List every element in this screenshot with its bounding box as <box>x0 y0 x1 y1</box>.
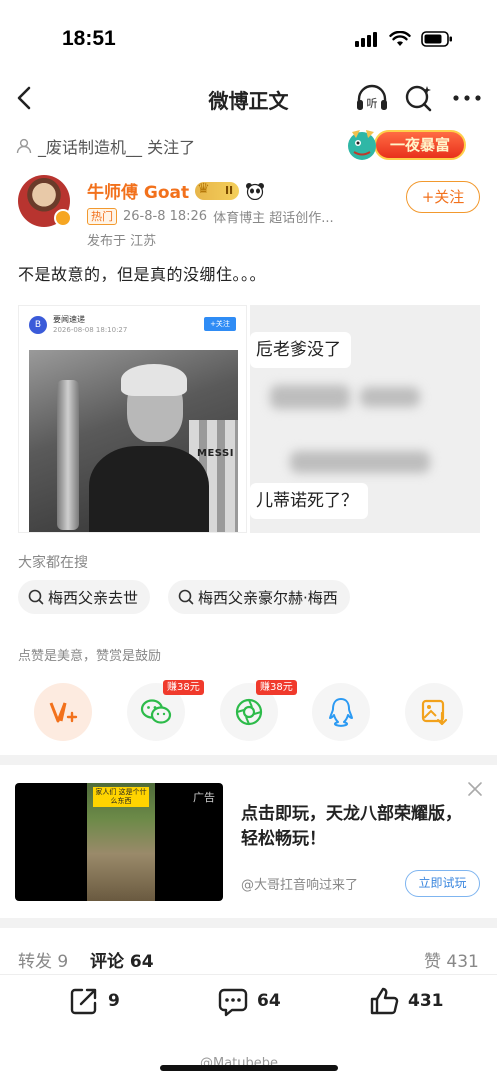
comment-icon <box>218 988 248 1017</box>
search-icon <box>28 589 44 605</box>
verified-badge-icon <box>54 209 72 227</box>
blurred-text <box>270 385 350 409</box>
dragon-mascot-icon <box>348 130 376 160</box>
reward-button[interactable] <box>34 683 92 741</box>
search-chip-label: 梅西父亲豪尔赫·梅西 <box>198 588 338 607</box>
close-icon[interactable] <box>466 780 484 798</box>
more-options-icon[interactable] <box>450 82 484 114</box>
follow-notice: _废话制造机__ 关注了 <box>16 134 195 158</box>
image-news-header: B 要闻速递 2026-08-08 18:10:27 +关注 <box>29 314 236 336</box>
image-source: 要闻速递 <box>53 315 85 324</box>
chat-bubble-2: 儿蒂诺死了？ <box>250 483 368 519</box>
like-count: 431 <box>408 991 444 1011</box>
post-location: 发布于 江苏 <box>87 234 157 249</box>
promo-text: 一夜暴富 <box>374 130 466 160</box>
post-image-1[interactable]: B 要闻速递 2026-08-08 18:10:27 +关注 MESSI <box>18 305 247 533</box>
ad-label: 广告 <box>193 791 215 804</box>
v-plus-icon <box>49 702 78 723</box>
repost-count: 9 <box>108 991 120 1011</box>
cellular-signal-icon <box>355 32 377 47</box>
post-date: 26-8-8 18:26 <box>123 209 208 224</box>
tab-like[interactable]: 赞 431 <box>424 947 479 972</box>
chat-bubble-1: 卮老爹没了 <box>250 332 351 368</box>
status-icons <box>355 31 453 47</box>
section-divider <box>0 755 497 765</box>
level-badge: ♛ II <box>195 180 240 200</box>
follow-button[interactable]: +关注 <box>406 181 480 213</box>
news-photo: MESSI <box>29 350 238 532</box>
save-image-icon <box>421 699 448 726</box>
search-chip-1[interactable]: 梅西父亲去世 <box>18 580 151 614</box>
post-text: 不是故意的，但是真的没绷住。。。 <box>18 265 267 284</box>
svg-text:听: 听 <box>367 97 378 110</box>
search-icon <box>178 589 194 605</box>
level-text: II <box>224 183 234 197</box>
share-qq-button[interactable] <box>312 683 370 741</box>
like-button[interactable]: 431 <box>368 985 444 1017</box>
tab-repost[interactable]: 转发 9 <box>18 947 68 972</box>
reward-section-label: 点赞是美意，赞赏是鼓励 <box>18 649 162 664</box>
bonus-tag-1: 赚38元 <box>163 680 204 695</box>
wifi-icon <box>389 31 411 46</box>
qq-icon <box>329 698 353 727</box>
listen-headphones-icon[interactable]: 听 <box>354 82 390 114</box>
news-logo-icon: B <box>29 316 47 334</box>
home-indicator[interactable] <box>160 1065 338 1071</box>
tab-comment[interactable]: 评论 64 <box>90 947 154 972</box>
status-bar: 18:51 <box>0 0 497 74</box>
man-body <box>89 446 209 532</box>
blurred-text <box>290 451 430 473</box>
moments-icon <box>235 698 263 726</box>
image-follow-label: +关注 <box>204 317 236 331</box>
author-descriptor: 体育博主 超话创作... <box>213 211 334 226</box>
wechat-icon <box>140 699 172 724</box>
trophy-shape <box>57 380 79 530</box>
crown-icon: ♛ <box>197 180 210 197</box>
ad-video[interactable]: 家人们 这是个什么东西 广告 <box>15 783 223 901</box>
promo-banner[interactable]: 一夜暴富 <box>344 124 468 164</box>
user-icon <box>16 138 32 154</box>
search-ai-icon[interactable] <box>403 82 435 114</box>
blurred-text <box>360 387 420 407</box>
status-time: 18:51 <box>62 27 116 50</box>
repost-icon <box>70 988 97 1015</box>
post-meta: 热门 26-8-8 18:26 体育博主 超话创作... <box>87 207 334 226</box>
ad-video-caption: 家人们 这是个什么东西 <box>93 787 149 807</box>
jersey-name: MESSI <box>197 448 234 459</box>
search-chip-2[interactable]: 梅西父亲豪尔赫·梅西 <box>168 580 350 614</box>
interaction-tabs: 转发 9 评论 64 赞 431 <box>0 947 497 973</box>
man-hair <box>121 364 187 396</box>
save-image-button[interactable] <box>405 683 463 741</box>
image-date: 2026-08-08 18:10:27 <box>53 326 128 334</box>
ad-title[interactable]: 点击即玩，天龙八部荣耀版，轻松畅玩！ <box>241 802 466 852</box>
battery-icon <box>421 31 452 47</box>
search-section-label: 大家都在搜 <box>18 555 88 571</box>
comment-button[interactable]: 64 <box>217 985 281 1017</box>
thumbs-up-icon <box>370 987 399 1015</box>
panda-icon <box>246 182 265 200</box>
ad-play-button[interactable]: 立即试玩 <box>405 870 480 897</box>
post-image-2[interactable]: 卮老爹没了 儿蒂诺死了？ <box>250 305 480 533</box>
hot-tag: 热门 <box>87 208 117 225</box>
search-chip-label: 梅西父亲去世 <box>48 588 139 607</box>
follow-notice-text: _废话制造机__ 关注了 <box>38 138 196 157</box>
author-row: 牛师傅 Goat ♛ II <box>87 178 265 203</box>
nav-bar: 微博正文 听 <box>0 74 497 122</box>
ad-account[interactable]: @大哥扛音响过来了 <box>241 874 358 893</box>
bonus-tag-2: 赚38元 <box>256 680 297 695</box>
repost-button[interactable]: 9 <box>68 985 120 1017</box>
comment-count: 64 <box>257 991 281 1011</box>
section-divider <box>0 918 497 928</box>
author-name[interactable]: 牛师傅 Goat <box>87 178 189 203</box>
